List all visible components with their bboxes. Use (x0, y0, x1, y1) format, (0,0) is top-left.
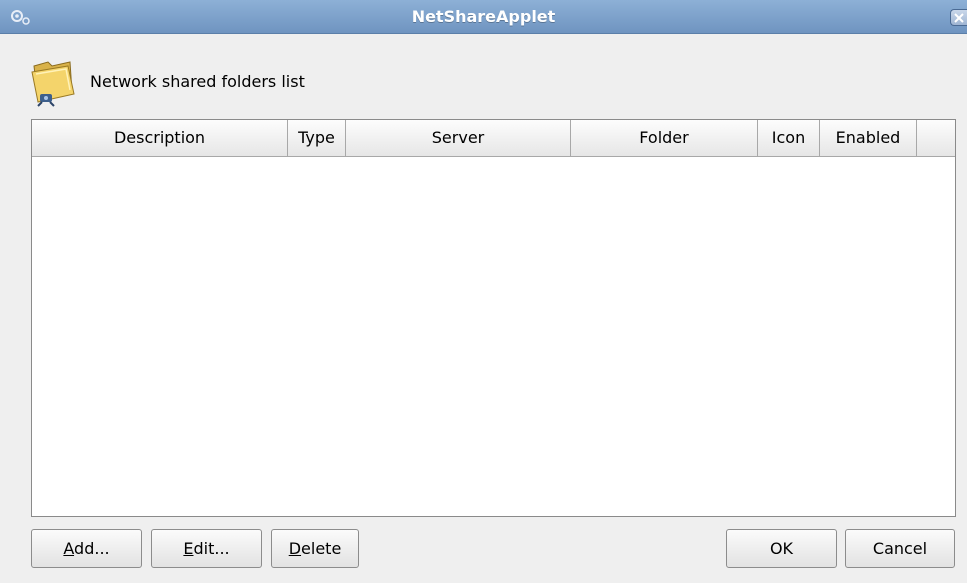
edit-button-label: dit... (193, 539, 230, 558)
netshare-window: NetShareApplet Network shared folders li… (0, 0, 967, 583)
add-button-label: dd... (74, 539, 110, 558)
edit-button-mnemonic: E (183, 539, 194, 558)
table-header: Description Type Server Folder Icon Enab… (32, 120, 955, 157)
column-header-filler (917, 120, 955, 157)
delete-button[interactable]: Delete (271, 529, 359, 568)
column-header-icon[interactable]: Icon (758, 120, 820, 157)
close-icon[interactable] (950, 9, 967, 26)
column-header-server[interactable]: Server (346, 120, 571, 157)
cancel-button[interactable]: Cancel (845, 529, 955, 568)
edit-button[interactable]: Edit... (151, 529, 262, 568)
network-folder-icon (28, 56, 78, 108)
delete-button-mnemonic: D (288, 539, 302, 558)
ok-button[interactable]: OK (726, 529, 837, 568)
list-heading: Network shared folders list (90, 72, 305, 91)
add-button-mnemonic: A (63, 539, 75, 558)
shares-table[interactable]: Description Type Server Folder Icon Enab… (31, 119, 956, 517)
window-title: NetShareApplet (411, 7, 556, 26)
delete-button-label: elete (301, 539, 342, 558)
column-header-description[interactable]: Description (32, 120, 288, 157)
column-header-enabled[interactable]: Enabled (820, 120, 917, 157)
column-header-type[interactable]: Type (288, 120, 346, 157)
table-body[interactable] (32, 157, 955, 516)
add-button[interactable]: Add... (31, 529, 142, 568)
column-header-folder[interactable]: Folder (571, 120, 758, 157)
title-bar[interactable]: NetShareApplet (0, 0, 967, 34)
